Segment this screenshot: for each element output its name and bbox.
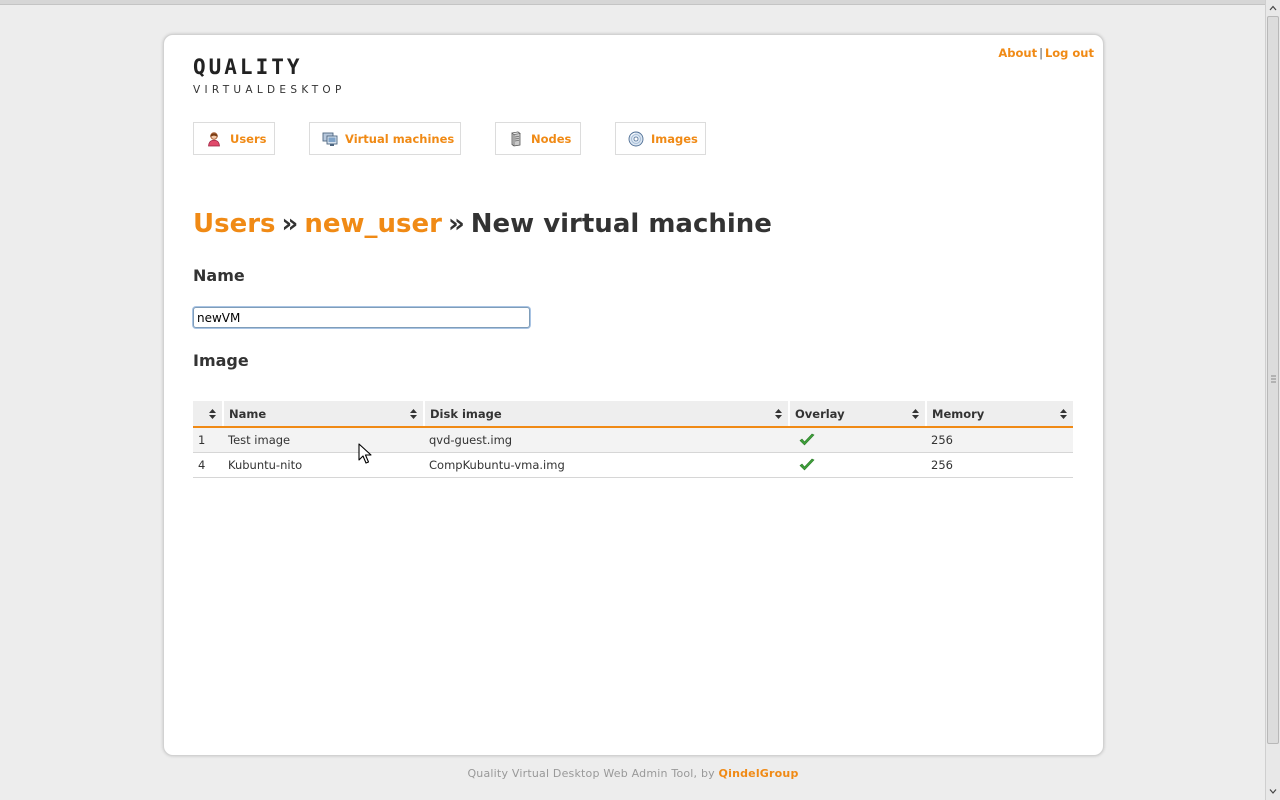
grip-icon	[1271, 375, 1276, 383]
header-links: About | Log out	[998, 46, 1094, 60]
footer: Quality Virtual Desktop Web Admin Tool, …	[0, 767, 1266, 780]
scroll-down-icon[interactable]	[1267, 785, 1279, 798]
user-icon	[206, 131, 222, 147]
scroll-up-icon[interactable]	[1267, 2, 1279, 15]
browser-top-border	[0, 0, 1266, 5]
cell-disk-image: qvd-guest.img	[424, 427, 789, 453]
cell-name: Test image	[223, 427, 424, 453]
page-title: New virtual machine	[470, 209, 772, 239]
scrollbar-thumb[interactable]	[1267, 16, 1279, 744]
logo: QUALITY VIRTUALDESKTOP	[193, 57, 358, 97]
cell-memory: 256	[926, 427, 1073, 453]
checkmark-icon	[799, 458, 815, 471]
mouse-pointer-icon	[358, 443, 372, 464]
virtual-machine-icon	[322, 131, 338, 147]
table-header-row: Name Disk image Overlay Memory	[193, 401, 1073, 428]
cell-overlay	[789, 452, 926, 478]
nav-item-users-label: Users	[230, 132, 267, 146]
name-input[interactable]	[193, 307, 530, 328]
image-table: Name Disk image Overlay Memory 1 Test im…	[193, 401, 1073, 478]
sort-icon	[912, 409, 919, 419]
breadcrumb-separator: »	[447, 209, 465, 239]
table-row[interactable]: 4 Kubuntu-nito CompKubuntu-vma.img 256	[193, 452, 1073, 478]
breadcrumb-separator: »	[281, 209, 299, 239]
cell-memory: 256	[926, 452, 1073, 478]
sort-icon	[410, 409, 417, 419]
logo-word: QUALITY	[193, 55, 303, 79]
breadcrumb: Users» new_user» New virtual machine	[193, 207, 772, 241]
column-header-disk-image[interactable]: Disk image	[424, 401, 790, 428]
footer-text: Quality Virtual Desktop Web Admin Tool, …	[467, 767, 715, 780]
nav-item-nodes[interactable]: Nodes	[495, 122, 581, 155]
name-heading: Name	[193, 266, 245, 285]
column-header-name[interactable]: Name	[223, 401, 425, 428]
breadcrumb-users-link[interactable]: Users	[193, 209, 276, 239]
column-header-memory[interactable]: Memory	[926, 401, 1073, 428]
logo-subtext: VIRTUALDESKTOP	[193, 84, 346, 96]
sort-icon	[1060, 409, 1067, 419]
cell-disk-image: CompKubuntu-vma.img	[424, 452, 789, 478]
sort-icon	[209, 409, 216, 419]
about-link[interactable]: About	[998, 46, 1037, 60]
table-row[interactable]: 1 Test image qvd-guest.img 256	[193, 427, 1073, 453]
checkmark-icon	[799, 433, 815, 446]
nav-item-images[interactable]: Images	[615, 122, 706, 155]
server-icon	[508, 131, 524, 147]
vertical-scrollbar[interactable]	[1265, 0, 1280, 800]
cell-id: 4	[193, 452, 223, 478]
cell-overlay	[789, 427, 926, 453]
column-header-id[interactable]	[193, 401, 224, 428]
breadcrumb-user-link[interactable]: new_user	[304, 209, 442, 239]
nav-item-virtual-machines-label: Virtual machines	[345, 132, 455, 146]
sort-icon	[775, 409, 782, 419]
main-panel: QUALITY VIRTUALDESKTOP About | Log out Use…	[163, 34, 1104, 756]
cell-name: Kubuntu-nito	[223, 452, 424, 478]
nav-item-nodes-label: Nodes	[531, 132, 572, 146]
disc-icon	[628, 131, 644, 147]
nav-item-images-label: Images	[651, 132, 698, 146]
nav-item-virtual-machines[interactable]: Virtual machines	[309, 122, 461, 155]
image-heading: Image	[193, 351, 249, 370]
cell-id: 1	[193, 427, 223, 453]
column-header-overlay[interactable]: Overlay	[789, 401, 927, 428]
logout-link[interactable]: Log out	[1045, 46, 1094, 60]
link-separator: |	[1039, 46, 1043, 60]
footer-company-link[interactable]: QindelGroup	[719, 767, 799, 780]
nav-item-users[interactable]: Users	[193, 122, 275, 155]
